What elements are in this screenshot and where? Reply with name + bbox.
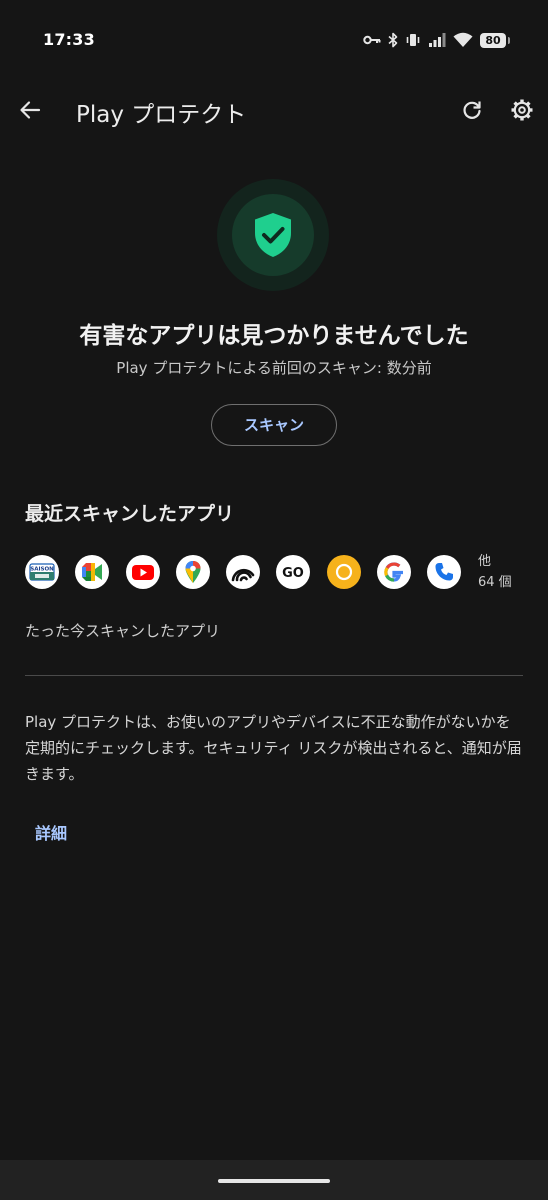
go-app-icon: GO bbox=[276, 555, 311, 589]
google-maps-app-icon bbox=[175, 555, 210, 589]
back-arrow-icon bbox=[20, 101, 41, 119]
more-apps-label: 他 bbox=[478, 554, 492, 569]
more-apps-count: 他 64 個 bbox=[478, 551, 518, 593]
back-button[interactable] bbox=[14, 94, 46, 126]
scan-result-headline: 有害なアプリは見つかりませんでした bbox=[79, 323, 469, 349]
protection-status-badge bbox=[217, 179, 329, 291]
signal-icon bbox=[428, 32, 446, 48]
divider bbox=[25, 675, 523, 676]
battery-indicator: 80 bbox=[480, 32, 510, 48]
home-gesture-handle[interactable] bbox=[218, 1179, 330, 1183]
svg-text:SAISON: SAISON bbox=[30, 567, 54, 573]
page-title: Play プロテクト bbox=[76, 102, 247, 128]
recent-app-icons: SAISON GO bbox=[25, 555, 462, 589]
status-time: 17:33 bbox=[43, 30, 95, 49]
navigation-bar bbox=[0, 1160, 548, 1200]
vibrate-icon bbox=[405, 32, 421, 48]
refresh-icon bbox=[463, 101, 481, 119]
scan-button[interactable]: スキャン bbox=[211, 404, 337, 446]
svg-text:GO: GO bbox=[283, 566, 305, 581]
gear-icon bbox=[511, 99, 533, 121]
play-protect-screen: 17:33 80 Play プロテクト 有害なアプリは見つかりませんでした Pl… bbox=[0, 0, 548, 1200]
bluetooth-icon bbox=[388, 32, 398, 48]
vpn-key-icon bbox=[363, 34, 381, 46]
more-apps-number: 64 個 bbox=[478, 575, 512, 590]
phone-app-icon bbox=[427, 555, 462, 589]
play-protect-description: Play プロテクトは、お使いのアプリやデバイスに不正な動作がないかを定期的にチ… bbox=[25, 713, 522, 783]
last-scan-text: Play プロテクトによる前回のスキャン: 数分前 bbox=[116, 359, 432, 377]
app-bar: Play プロテクト bbox=[0, 80, 548, 140]
details-link[interactable]: 詳細 bbox=[35, 820, 67, 844]
google-app-icon bbox=[377, 555, 412, 589]
settings-button[interactable] bbox=[506, 94, 538, 126]
recent-apps-title: 最近スキャンしたアプリ bbox=[25, 503, 235, 525]
rainbow-app-icon bbox=[226, 555, 261, 589]
google-meet-app-icon bbox=[75, 555, 110, 589]
status-icons: 80 bbox=[363, 28, 510, 52]
refresh-button[interactable] bbox=[456, 94, 488, 126]
yellow-ring-app-icon bbox=[326, 555, 361, 589]
wifi-icon bbox=[453, 32, 473, 48]
saison-card-app-icon: SAISON bbox=[25, 555, 59, 589]
status-bar: 17:33 80 bbox=[0, 0, 548, 80]
shield-check-icon bbox=[255, 213, 291, 257]
youtube-app-icon bbox=[125, 555, 160, 589]
recent-scan-note: たった今スキャンしたアプリ bbox=[25, 622, 221, 640]
shield-halo bbox=[232, 194, 314, 276]
